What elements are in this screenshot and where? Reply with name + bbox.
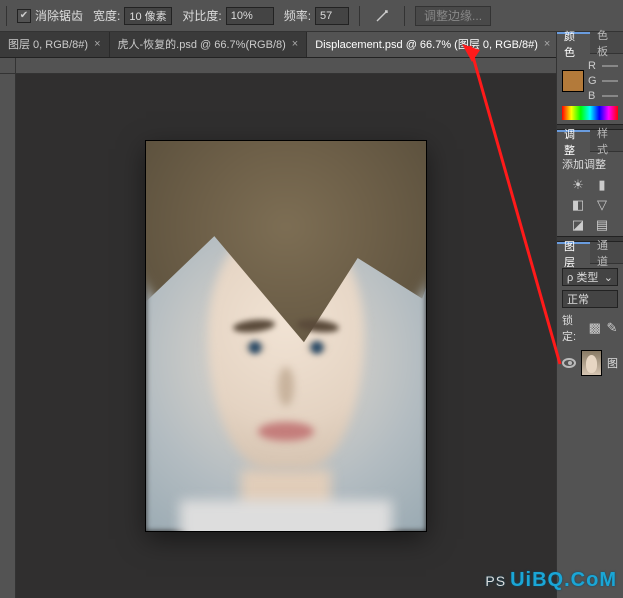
panel-tabs: 调整 样式: [557, 130, 623, 152]
adjustment-icon-row: ◪ ▤: [571, 218, 609, 232]
width-label: 宽度:: [93, 7, 120, 24]
color-panel-body: R G B: [557, 54, 623, 124]
tab-channels[interactable]: 通道: [590, 242, 623, 264]
layer-name[interactable]: 图: [607, 355, 618, 371]
visibility-icon[interactable]: [562, 358, 576, 368]
chevron-down-icon: ⌄: [604, 271, 613, 284]
channel-label: B: [588, 90, 598, 102]
adjustment-icon-row: ☀ ▮: [571, 178, 609, 192]
posterize-icon[interactable]: ▤: [595, 218, 609, 232]
slider-r[interactable]: R: [588, 60, 618, 72]
panel-tabs: 颜色 色板: [557, 32, 623, 54]
color-panel: 颜色 色板 R G B: [557, 32, 623, 124]
separator: [6, 6, 7, 26]
doc-tab-3[interactable]: Displacement.psd @ 66.7% (图层 0, RGB/8#) …: [307, 31, 559, 57]
frequency-label: 频率:: [284, 7, 311, 24]
brightness-icon[interactable]: ☀: [571, 178, 585, 192]
ruler-origin[interactable]: [0, 58, 16, 74]
layers-panel: 图层 通道 ρ 类型 ⌄ 正常 锁定: ▩ ✎ 图: [557, 242, 623, 598]
slider-b[interactable]: B: [588, 90, 618, 102]
separator: [359, 6, 360, 26]
refine-edge-label: 调整边缘...: [424, 7, 482, 24]
ruler-vertical[interactable]: [0, 74, 16, 598]
doc-tab-label: Displacement.psd @ 66.7% (图层 0, RGB/8#): [315, 36, 538, 52]
slider-track[interactable]: [602, 95, 618, 97]
foreground-swatch[interactable]: [562, 70, 584, 92]
adjustments-panel: 调整 样式 添加调整 ☀ ▮ ◧ ▽ ◪ ▤: [557, 130, 623, 236]
lock-transparent-icon[interactable]: ▩: [589, 321, 601, 335]
slider-track[interactable]: [602, 80, 618, 82]
layers-body: ρ 类型 ⌄ 正常 锁定: ▩ ✎ 图: [557, 264, 623, 380]
invert-icon[interactable]: ◪: [571, 218, 585, 232]
canvas-stage[interactable]: [16, 74, 556, 598]
channel-label: G: [588, 75, 598, 87]
color-sliders-row: R G B: [562, 60, 618, 102]
lock-row: 锁定: ▩ ✎: [562, 312, 618, 344]
close-icon[interactable]: ×: [94, 38, 100, 50]
doc-tab-label: 虎人-恢复的.psd @ 66.7%(RGB/8): [118, 36, 286, 52]
layer-row-0[interactable]: 图: [562, 350, 618, 376]
close-icon[interactable]: ×: [292, 38, 298, 50]
tab-styles[interactable]: 样式: [590, 130, 623, 152]
image-content: [180, 500, 393, 531]
filter-label: 类型: [576, 272, 598, 284]
contrast-label: 对比度:: [182, 7, 221, 24]
tab-swatches[interactable]: 色板: [590, 32, 623, 54]
frequency-input[interactable]: [315, 7, 349, 25]
lock-pixels-icon[interactable]: ✎: [606, 321, 618, 335]
tab-adjustments[interactable]: 调整: [557, 130, 590, 152]
levels-icon[interactable]: ▮: [595, 178, 609, 192]
antialias-option[interactable]: ✔ 消除锯齿: [17, 7, 83, 24]
pen-pressure-icon[interactable]: [370, 6, 394, 26]
exposure-icon[interactable]: ◧: [571, 198, 585, 212]
tab-color[interactable]: 颜色: [557, 32, 590, 54]
options-toolbar: ✔ 消除锯齿 宽度: 对比度: 频率: 调整边缘...: [0, 0, 623, 32]
canvas-image[interactable]: [146, 141, 426, 531]
slider-g[interactable]: G: [588, 75, 618, 87]
workspace: [0, 58, 556, 598]
frequency-option: 频率:: [284, 7, 349, 25]
layer-thumbnail[interactable]: [581, 350, 602, 376]
right-panels: 颜色 色板 R G B 调整 样式 添加调整 ☀ ▮: [556, 32, 623, 598]
blend-mode-select[interactable]: 正常: [562, 290, 618, 308]
tab-layers[interactable]: 图层: [557, 242, 590, 264]
antialias-label: 消除锯齿: [35, 7, 83, 24]
add-adjustment-label: 添加调整: [562, 156, 606, 172]
ruler-horizontal[interactable]: [16, 58, 556, 74]
slider-track[interactable]: [602, 65, 618, 67]
rgb-sliders: R G B: [588, 60, 618, 102]
panel-tabs: 图层 通道: [557, 242, 623, 264]
contrast-option: 对比度:: [182, 7, 273, 25]
width-input[interactable]: [124, 7, 172, 25]
channel-label: R: [588, 60, 598, 72]
blend-mode-label: 正常: [567, 291, 589, 307]
separator: [404, 6, 405, 26]
layer-filter-select[interactable]: ρ 类型 ⌄: [562, 268, 618, 286]
doc-tab-label: 图层 0, RGB/8#): [8, 36, 88, 52]
width-option: 宽度:: [93, 7, 172, 25]
refine-edge-button[interactable]: 调整边缘...: [415, 6, 491, 26]
antialias-checkbox[interactable]: ✔: [17, 9, 31, 23]
document-tabs: 图层 0, RGB/8#) × 虎人-恢复的.psd @ 66.7%(RGB/8…: [0, 32, 623, 58]
doc-tab-2[interactable]: 虎人-恢复的.psd @ 66.7%(RGB/8) ×: [110, 31, 308, 57]
contrast-input[interactable]: [226, 7, 274, 25]
adjustment-icon-row: ◧ ▽: [571, 198, 609, 212]
lock-label: 锁定:: [562, 312, 584, 344]
vibrance-icon[interactable]: ▽: [595, 198, 609, 212]
spectrum-ramp[interactable]: [562, 106, 618, 120]
doc-tab-1[interactable]: 图层 0, RGB/8#) ×: [0, 31, 110, 57]
adjustments-body: 添加调整 ☀ ▮ ◧ ▽ ◪ ▤: [557, 152, 623, 236]
close-icon[interactable]: ×: [544, 38, 550, 50]
